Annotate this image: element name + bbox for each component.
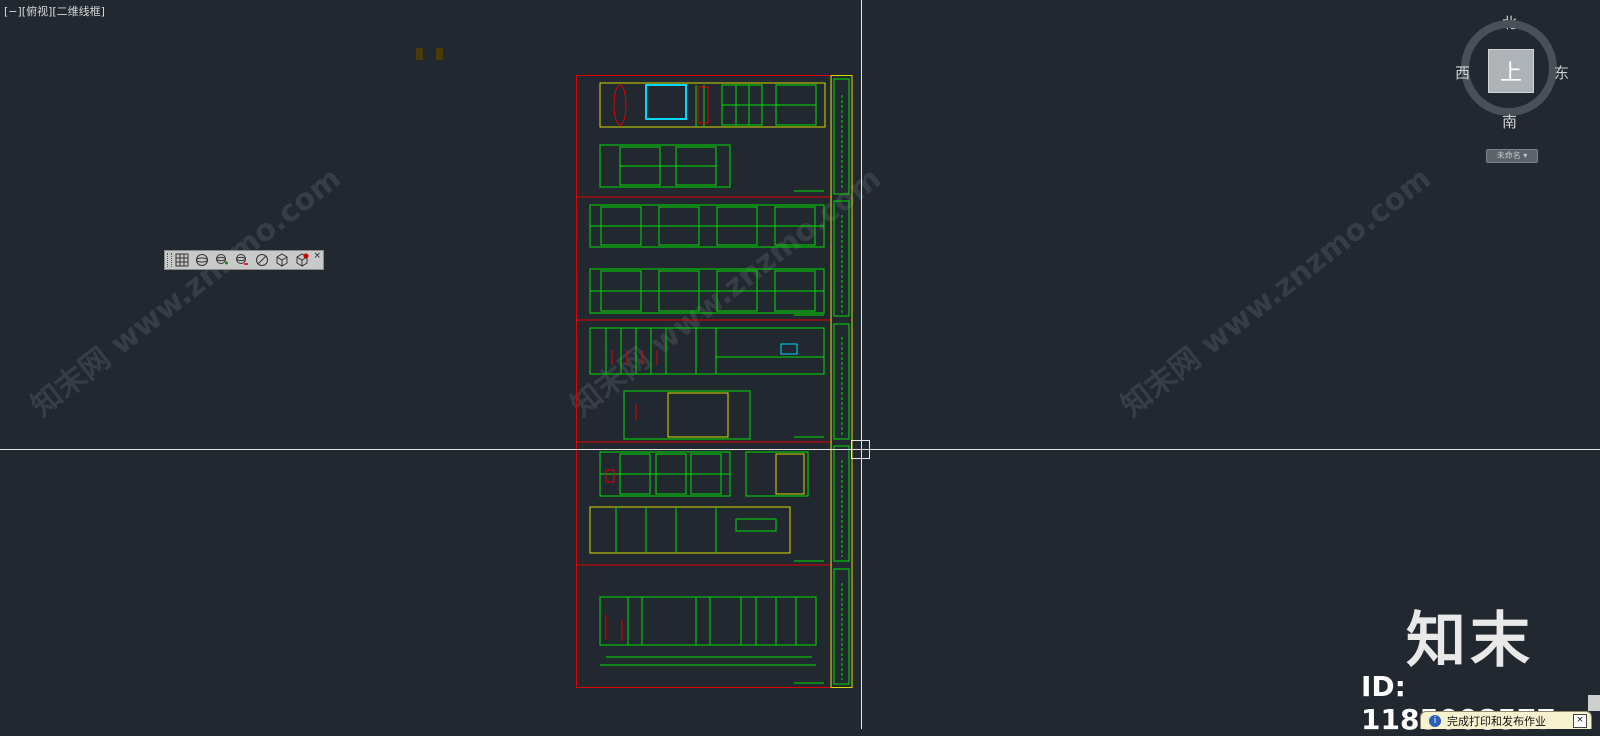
cube-icon[interactable]	[273, 252, 290, 268]
toolbar-close-button[interactable]: ×	[313, 251, 321, 261]
cursor-pickbox	[851, 440, 870, 459]
crosshair-vertical	[861, 0, 862, 729]
floating-toolbar[interactable]: ×	[164, 250, 324, 270]
viewport-controls-label[interactable]: [−][俯视][二维线框]	[4, 3, 105, 19]
viewcube[interactable]: 北 西 东 上 南 未命名 ▾	[1455, 14, 1575, 163]
sphere-icon[interactable]	[193, 252, 210, 268]
brand-logo: 知末	[1406, 606, 1534, 676]
cube-remove-icon[interactable]	[293, 252, 310, 268]
notification-close-button[interactable]: ×	[1573, 714, 1587, 728]
viewcube-west[interactable]: 西	[1455, 62, 1470, 83]
watermark-left: 知末网 www.znzmo.com	[24, 160, 348, 424]
print-notification[interactable]: i 完成打印和发布作业 ×	[1420, 711, 1592, 729]
scrollbar-thumb[interactable]	[1588, 695, 1600, 711]
info-icon: i	[1429, 714, 1441, 727]
cad-drawing-sheet[interactable]	[576, 75, 853, 688]
small-drawing-marks	[416, 48, 444, 60]
crosshair-horizontal	[0, 449, 1600, 450]
sphere-slash-icon[interactable]	[253, 252, 270, 268]
viewcube-east[interactable]: 东	[1554, 62, 1569, 83]
viewcube-south[interactable]: 南	[1502, 111, 1517, 132]
view-grid-icon[interactable]	[173, 252, 190, 268]
sphere-add-icon[interactable]	[213, 252, 230, 268]
notification-text: 完成打印和发布作业	[1447, 714, 1546, 728]
viewcube-top-face[interactable]: 上	[1488, 49, 1534, 93]
watermark-right: 知末网 www.znzmo.com	[1114, 160, 1438, 424]
toolbar-grip-handle[interactable]	[167, 253, 172, 267]
sphere-remove-icon[interactable]	[233, 252, 250, 268]
wcs-menu[interactable]: 未命名 ▾	[1486, 149, 1538, 163]
